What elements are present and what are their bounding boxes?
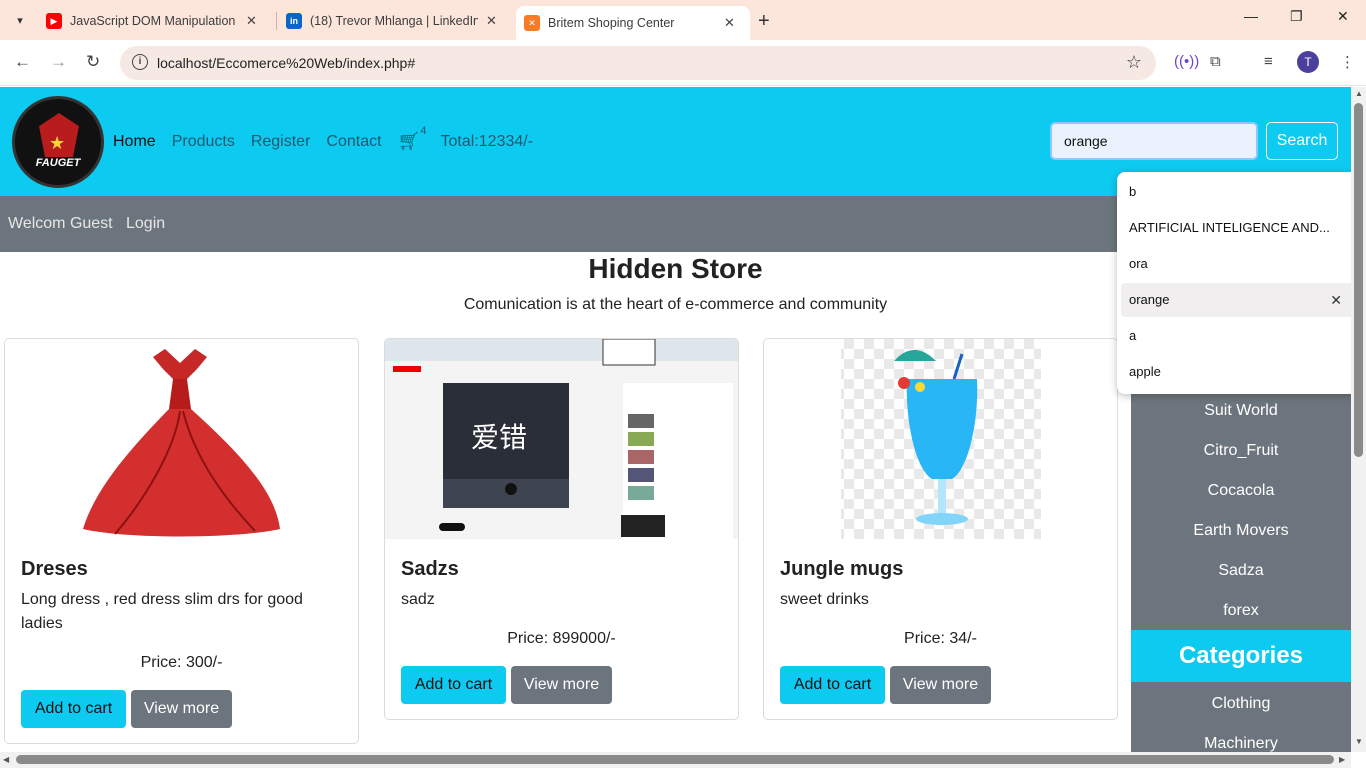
vertical-scrollbar[interactable]: ▲ ▼	[1351, 87, 1366, 752]
new-tab-icon[interactable]: +	[758, 10, 770, 33]
sidebar-brand-item[interactable]: Suit World	[1131, 402, 1351, 420]
suggestion-item-highlighted[interactable]: orange ✕	[1121, 283, 1354, 317]
view-more-button[interactable]: View more	[131, 690, 232, 728]
search-button[interactable]: Search	[1266, 122, 1338, 160]
product-desc: sweet drinks	[780, 591, 869, 608]
search-input[interactable]	[1050, 122, 1258, 160]
tab-britem[interactable]: ✕ Britem Shoping Center ✕	[516, 6, 750, 40]
sidebar-category-item[interactable]: Clothing	[1131, 695, 1351, 713]
info-icon[interactable]: i	[132, 54, 148, 70]
cart-link[interactable]: 🛒︎4	[397, 125, 427, 152]
browser-toolbar: ← → ↻ i localhost/Eccomerce%20Web/index.…	[0, 40, 1366, 86]
product-price: Price: 34/-	[904, 630, 977, 647]
suggestion-item[interactable]: a	[1121, 319, 1354, 353]
tab-title: (18) Trevor Mhlanga | LinkedIn	[310, 14, 478, 28]
menu-kebab-icon[interactable]: ⋮	[1340, 53, 1355, 71]
svg-text:爱错: 爱错	[471, 421, 527, 454]
reload-icon[interactable]: ↻	[86, 52, 100, 72]
sidebar-category-item[interactable]: Machinery	[1131, 735, 1351, 753]
product-card: 爱错 Sadzs sadz Price: 899000/- Add to car…	[384, 338, 739, 720]
product-card: Jungle mugs sweet drinks Price: 34/- Add…	[763, 338, 1118, 720]
nav-contact[interactable]: Contact	[326, 133, 381, 151]
forward-icon[interactable]: →	[50, 52, 67, 72]
add-to-cart-button[interactable]: Add to cart	[780, 666, 885, 704]
back-icon[interactable]: ←	[14, 52, 31, 72]
close-icon[interactable]: ✕	[246, 13, 257, 29]
scroll-left-icon[interactable]: ◀	[3, 755, 9, 764]
product-image-dress[interactable]	[5, 339, 358, 539]
product-card: Dreses Long dress , red dress slim drs f…	[4, 338, 359, 744]
restore-icon[interactable]: ❐	[1290, 8, 1303, 25]
tab-title: JavaScript DOM Manipulation F	[70, 14, 238, 28]
tab-title: Britem Shoping Center	[548, 16, 675, 30]
cart-count: 4	[420, 125, 427, 137]
tab-youtube[interactable]: ▶ JavaScript DOM Manipulation F ✕	[46, 6, 257, 36]
suggestion-item[interactable]: ARTIFICIAL INTELIGENCE AND...	[1121, 211, 1354, 245]
product-desc: Long dress , red dress slim drs for good…	[21, 591, 303, 632]
horizontal-scroll-thumb[interactable]	[16, 755, 1334, 764]
welcome-text: Welcom Guest	[8, 215, 113, 232]
nav-register[interactable]: Register	[251, 133, 311, 151]
url-text[interactable]: localhost/Eccomerce%20Web/index.php#	[157, 55, 415, 71]
linkedin-icon: in	[286, 13, 302, 29]
nav-products[interactable]: Products	[172, 133, 235, 151]
product-price: Price: 899000/-	[507, 630, 616, 647]
product-name: Dreses	[21, 558, 88, 580]
extensions-icon[interactable]: ⧉	[1210, 53, 1221, 70]
star-icon: ★	[49, 133, 66, 153]
login-link[interactable]: Login	[126, 215, 165, 233]
window-close-icon[interactable]: ✕	[1337, 8, 1349, 25]
sidebar-brand-item[interactable]: Sadza	[1131, 562, 1351, 580]
profile-avatar[interactable]: T	[1297, 51, 1319, 73]
sidebar-brand-item[interactable]: Cocacola	[1131, 482, 1351, 500]
close-icon[interactable]: ✕	[486, 13, 497, 29]
tab-linkedin[interactable]: in (18) Trevor Mhlanga | LinkedIn ✕	[286, 6, 497, 36]
youtube-icon: ▶	[46, 13, 62, 29]
add-to-cart-button[interactable]: Add to cart	[21, 690, 126, 728]
suggestion-item[interactable]: ora	[1121, 247, 1354, 281]
product-name: Jungle mugs	[780, 558, 904, 580]
view-more-button[interactable]: View more	[511, 666, 612, 704]
remove-suggestion-icon[interactable]: ✕	[1330, 283, 1342, 317]
main-nav: Home Products Register Contact 🛒︎4 Total…	[113, 125, 534, 152]
product-desc: sadz	[401, 591, 435, 608]
product-price: Price: 300/-	[140, 654, 223, 671]
add-to-cart-button[interactable]: Add to cart	[401, 666, 506, 704]
scroll-down-icon[interactable]: ▼	[1355, 737, 1363, 746]
suggestion-item[interactable]: b	[1121, 175, 1354, 209]
product-image-drink[interactable]	[764, 339, 1117, 539]
sidebar-brand-item[interactable]: forex	[1131, 602, 1351, 620]
cart-icon: 🛒︎	[397, 131, 421, 151]
logo[interactable]: ★ FAUGET	[12, 96, 104, 188]
suggestion-text: orange	[1129, 292, 1170, 307]
categories-heading: Categories	[1131, 630, 1351, 682]
xampp-icon: ✕	[524, 15, 540, 31]
minimize-icon[interactable]: —	[1244, 8, 1258, 24]
close-icon[interactable]: ✕	[724, 15, 735, 31]
tab-search-icon[interactable]: ▾	[8, 8, 32, 32]
address-bar[interactable]: i localhost/Eccomerce%20Web/index.php# ☆	[120, 46, 1156, 80]
cast-icon[interactable]: ((•))	[1174, 53, 1199, 70]
view-more-button[interactable]: View more	[890, 666, 991, 704]
vertical-scroll-thumb[interactable]	[1354, 103, 1363, 457]
product-image-screenshot[interactable]: 爱错	[385, 339, 738, 539]
search-suggestions: b ARTIFICIAL INTELIGENCE AND... ora oran…	[1117, 172, 1358, 394]
sidebar-brand-item[interactable]: Citro_Fruit	[1131, 442, 1351, 460]
media-icon[interactable]: ≡	[1264, 53, 1273, 70]
cart-total: Total:12334/-	[440, 132, 534, 150]
bookmark-star-icon[interactable]: ☆	[1126, 52, 1142, 73]
nav-home[interactable]: Home	[113, 133, 156, 151]
product-name: Sadzs	[401, 558, 459, 580]
scroll-right-icon[interactable]: ▶	[1339, 755, 1345, 764]
browser-tab-bar: ▾ ▶ JavaScript DOM Manipulation F ✕ in (…	[0, 0, 1366, 40]
suggestion-item[interactable]: apple	[1121, 355, 1354, 389]
horizontal-scrollbar[interactable]: ◀ ▶	[0, 752, 1351, 768]
scroll-up-icon[interactable]: ▲	[1355, 89, 1363, 98]
sidebar-brand-item[interactable]: Earth Movers	[1131, 522, 1351, 540]
